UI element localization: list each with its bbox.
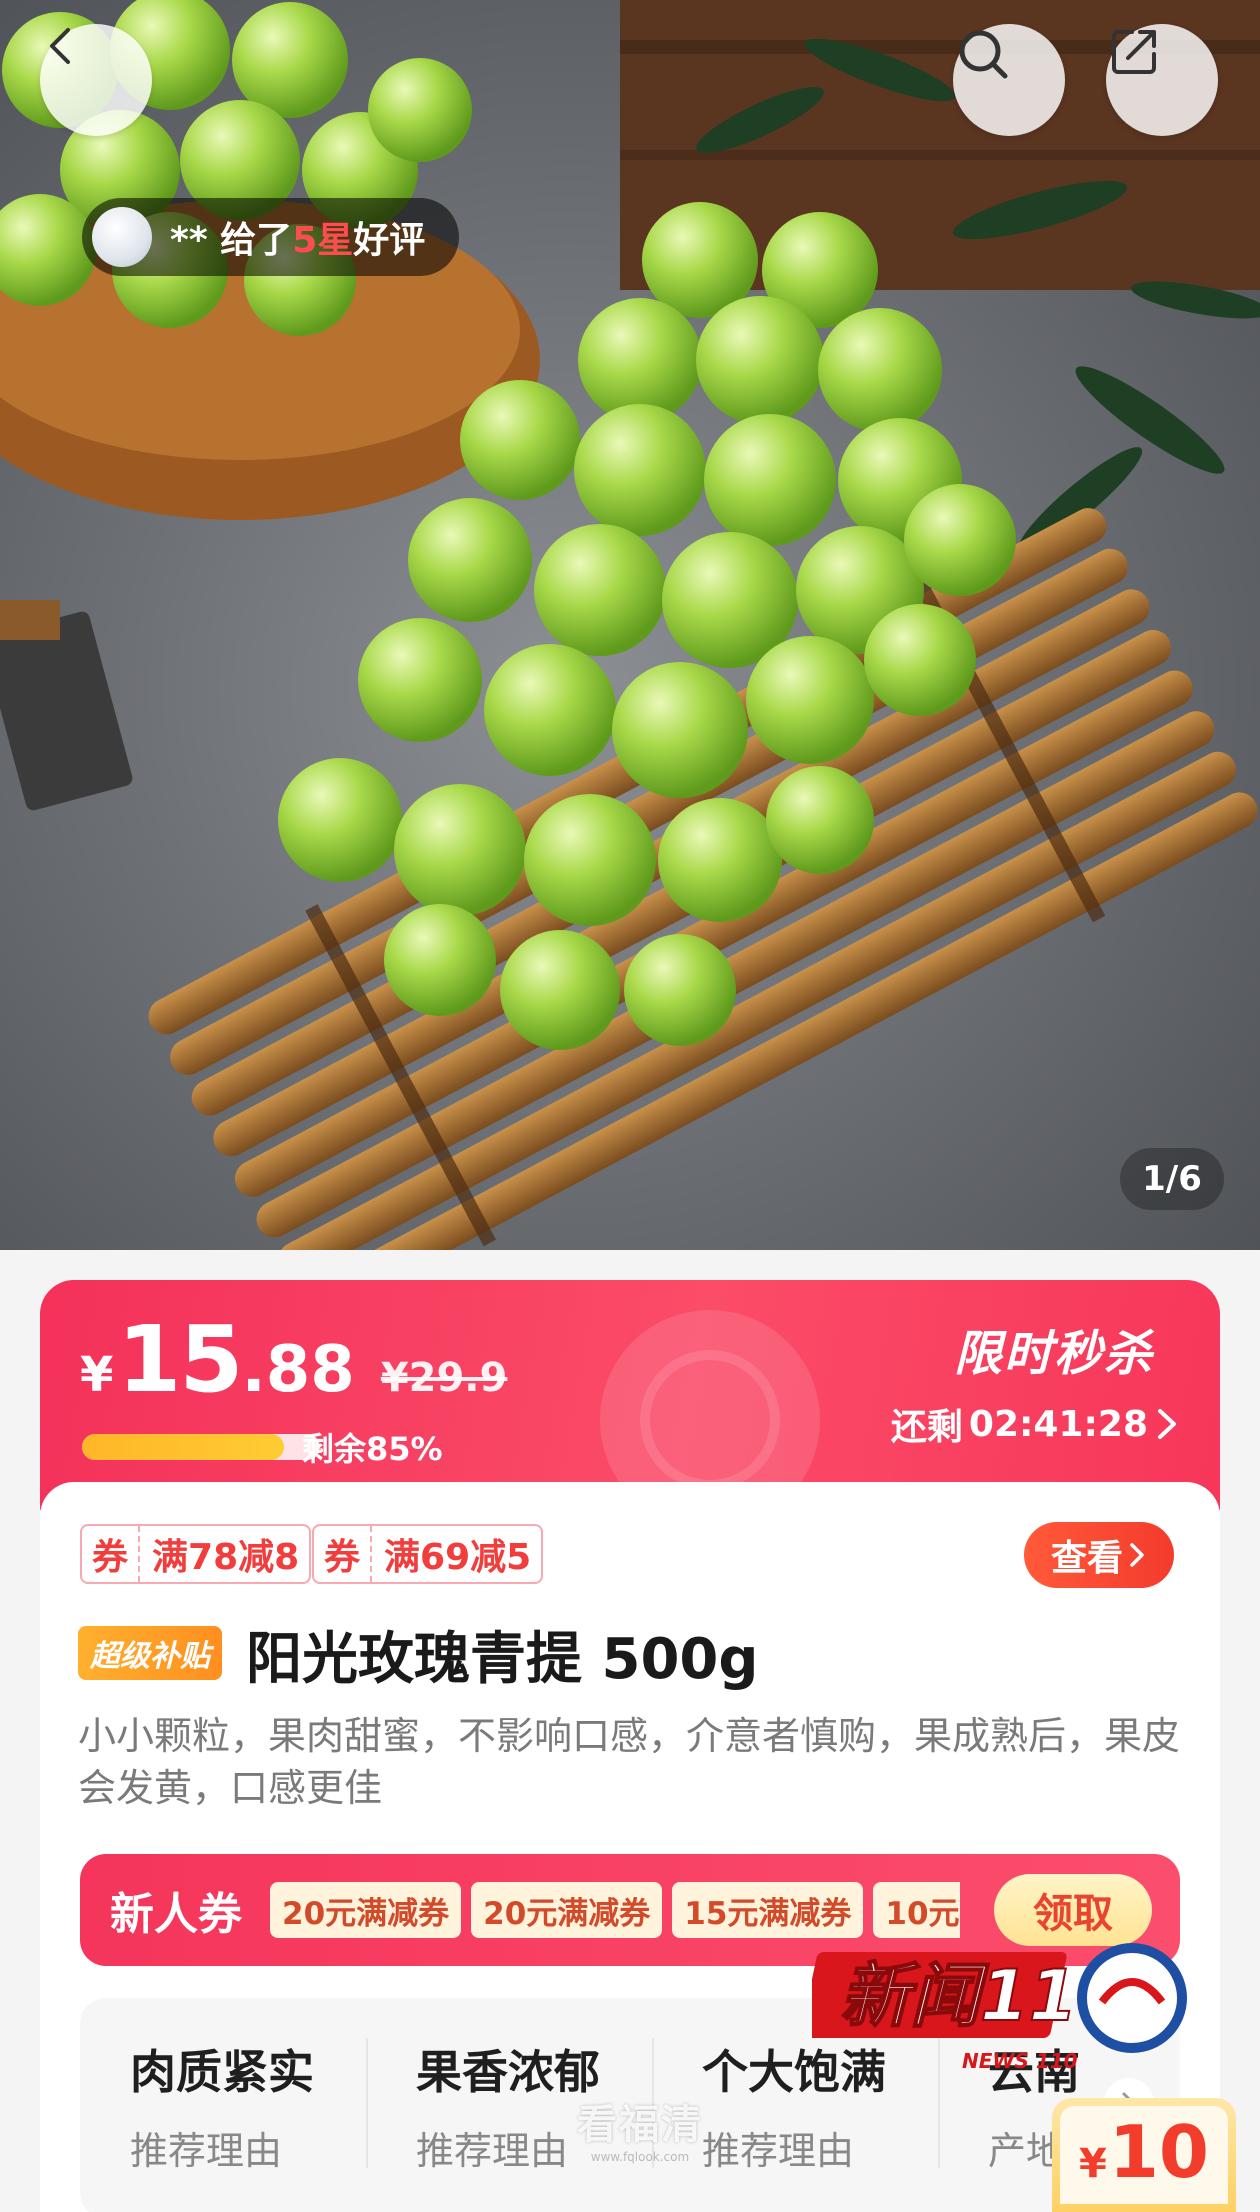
share-icon — [1112, 30, 1156, 74]
back-button[interactable] — [40, 24, 152, 136]
svg-text:NEWS 110: NEWS 110 — [962, 2049, 1078, 2073]
stock-progress-fill — [82, 1434, 285, 1460]
carousel-page-indicator: 1/6 — [1120, 1148, 1224, 1210]
site-watermark: 看福清 www.fqlook.com — [577, 2102, 703, 2164]
countdown[interactable]: 还剩 02:41:28 — [891, 1398, 1180, 1450]
product-description: 小小颗粒，果肉甜蜜，不影响口感，介意者慎购，果成熟后，果皮会发黄，口感更佳 — [78, 1714, 1181, 1810]
back-arrow-icon — [50, 28, 70, 64]
newbie-coupon-chip: 20元满减券 — [471, 1882, 663, 1938]
coupon-tag[interactable]: 券 满78减8 — [80, 1524, 312, 1584]
share-button[interactable] — [1106, 24, 1218, 136]
review-ticker: ** 给了5星好评 — [82, 198, 460, 276]
product-title: 阳光玫瑰青提 500g — [246, 1627, 759, 1692]
stock-remaining-text: 剩余85% — [302, 1430, 443, 1468]
flash-sale-banner: ¥ 15 .88 ¥29.9 剩余85% 限时秒杀 还剩 02:41:28 — [40, 1280, 1220, 1510]
stock-progress-bar — [82, 1434, 320, 1460]
product-image-carousel[interactable]: ** 给了5星好评 1/6 — [0, 0, 1260, 1250]
chevron-right-icon — [1130, 1543, 1144, 1567]
newbie-coupon-chip: 20元满减券 — [270, 1882, 462, 1938]
avatar — [92, 207, 152, 267]
newbie-coupon-list: 20元满减券 20元满减券 15元满减券 10元 — [270, 1882, 960, 1938]
original-price: ¥29.9 — [380, 1355, 508, 1401]
news110-watermark-logo: 新闻110 NEWS 110 — [812, 1943, 1187, 2073]
reason-item: 肉质紧实 推荐理由 — [130, 2045, 314, 2173]
chevron-right-icon — [1158, 1409, 1176, 1439]
product-photo — [0, 0, 1260, 1250]
newbie-coupon-chip: 15元满减券 — [672, 1882, 864, 1938]
newbie-coupon-label: 新人券 — [110, 1889, 242, 1940]
countdown-timer: 02:41:28 — [968, 1403, 1148, 1445]
review-text: ** 给了5星好评 — [170, 220, 426, 261]
flash-sale-title: 限时秒杀 — [953, 1326, 1154, 1382]
floating-price-widget[interactable]: ¥ 10 — [1052, 2098, 1236, 2212]
sale-price: ¥ 15 .88 ¥29.9 — [80, 1306, 508, 1413]
view-coupons-button[interactable]: 查看 — [1024, 1522, 1174, 1588]
subsidy-badge: 超级补贴 — [78, 1626, 222, 1680]
search-button[interactable] — [953, 24, 1065, 136]
newbie-coupon-chip: 10元 — [873, 1882, 960, 1938]
search-icon — [959, 30, 1008, 79]
coupon-tag[interactable]: 券 满69减5 — [312, 1524, 544, 1584]
review-stars: 5星 — [292, 220, 354, 261]
